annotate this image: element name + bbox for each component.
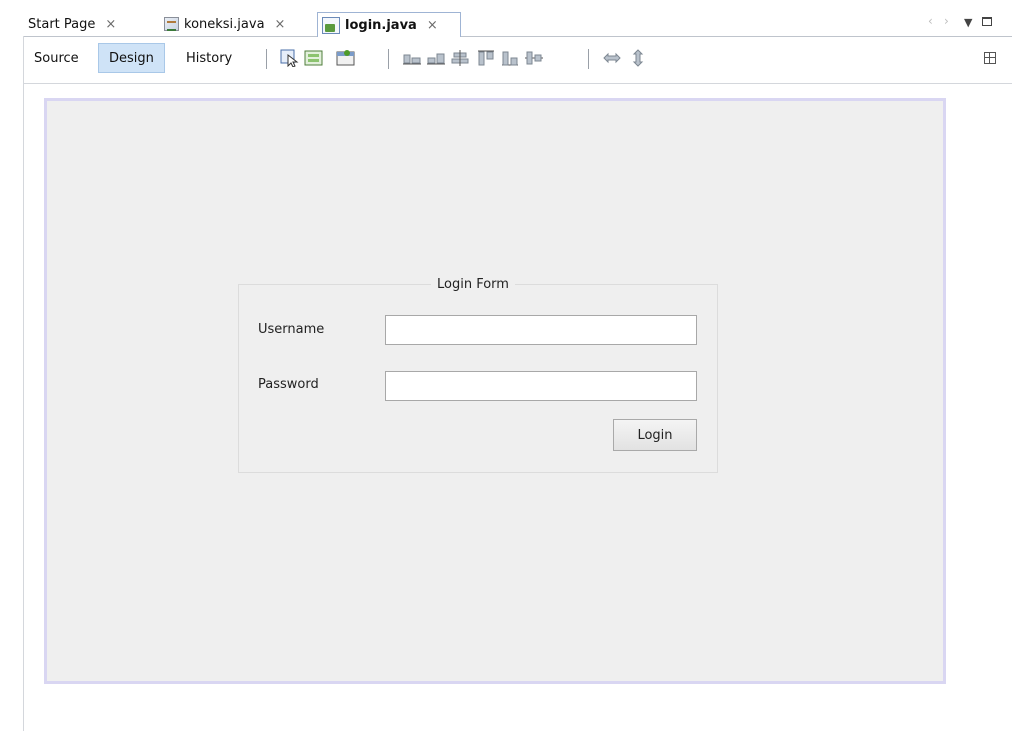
tab-label: koneksi.java xyxy=(184,16,265,32)
login-form-panel[interactable]: Login Form Username Password Login xyxy=(238,277,718,473)
align-right-icon[interactable] xyxy=(426,49,446,67)
tab-koneksi-java[interactable]: koneksi.java × xyxy=(164,12,316,36)
align-top-icon[interactable] xyxy=(476,49,496,67)
tab-label: Start Page xyxy=(28,16,96,32)
align-left-icon[interactable] xyxy=(402,49,422,67)
scroll-tabs-right-icon[interactable]: › xyxy=(944,14,949,28)
design-view-button[interactable]: Design xyxy=(98,43,165,73)
center-vertically-icon[interactable] xyxy=(524,49,544,67)
source-view-button[interactable]: Source xyxy=(24,43,89,73)
netbeans-editor-window: Start Page × koneksi.java × login.java ×… xyxy=(0,0,1012,731)
password-label: Password xyxy=(258,377,319,392)
java-form-icon xyxy=(164,17,179,31)
panel-title: Login Form xyxy=(431,277,515,292)
tab-login-java[interactable]: login.java × xyxy=(317,12,461,37)
toolbar-separator xyxy=(588,49,589,69)
tab-start-page[interactable]: Start Page × xyxy=(28,12,162,36)
login-button[interactable]: Login xyxy=(613,419,697,451)
selection-mode-icon[interactable] xyxy=(280,49,300,67)
vertical-resize-icon[interactable] xyxy=(628,49,648,67)
show-opened-documents-icon[interactable]: ▼ xyxy=(964,16,972,29)
jframe-form-icon xyxy=(322,16,340,34)
username-label: Username xyxy=(258,322,325,337)
connection-mode-icon[interactable] xyxy=(304,49,324,67)
maximize-window-icon[interactable] xyxy=(982,17,992,26)
password-field[interactable] xyxy=(385,371,697,401)
center-horizontally-icon[interactable] xyxy=(450,49,470,67)
editor-tab-bar: Start Page × koneksi.java × login.java ×… xyxy=(24,12,1012,37)
expand-toolbar-icon[interactable] xyxy=(984,52,996,64)
horizontal-resize-icon[interactable] xyxy=(602,49,622,67)
username-field[interactable] xyxy=(385,315,697,345)
toolbar-separator xyxy=(266,49,267,69)
preview-design-icon[interactable] xyxy=(336,49,356,67)
scroll-tabs-left-icon[interactable]: ‹ xyxy=(928,14,933,28)
tab-label: login.java xyxy=(345,17,417,33)
toolbar-separator xyxy=(388,49,389,69)
align-bottom-icon[interactable] xyxy=(500,49,520,67)
close-icon[interactable]: × xyxy=(105,17,116,32)
editor-toolbar: Source Design History xyxy=(24,37,1012,84)
history-view-button[interactable]: History xyxy=(176,43,242,73)
close-icon[interactable]: × xyxy=(427,18,438,33)
close-icon[interactable]: × xyxy=(275,17,286,32)
